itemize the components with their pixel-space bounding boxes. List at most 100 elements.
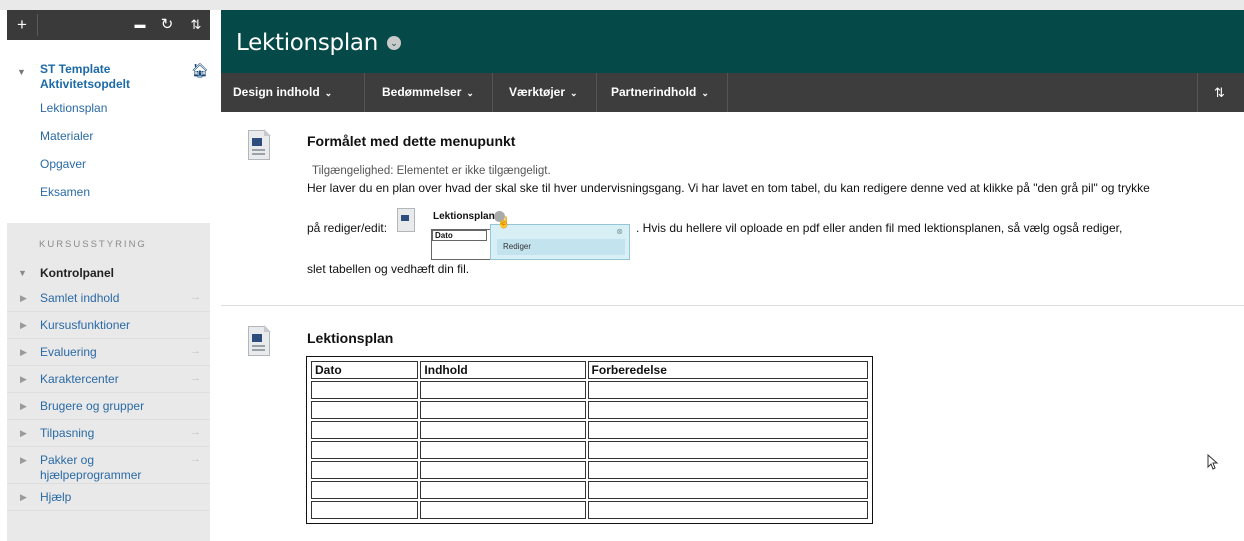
control-panel-item[interactable]: ▶ Hjælp — [7, 484, 210, 511]
table-cell — [420, 481, 586, 499]
description-line: . Hvis du hellere vil oploade en pdf ell… — [636, 221, 1123, 235]
table-cell — [587, 481, 868, 499]
table-cell — [420, 421, 586, 439]
menu-label: Partnerindhold — [611, 85, 697, 99]
control-panel-item[interactable]: ▶ Tilpasning → — [7, 420, 210, 447]
table-cell — [420, 441, 586, 459]
course-menu-item[interactable]: Opgaver — [7, 150, 210, 178]
menu-separator — [492, 73, 493, 112]
table-cell — [587, 441, 868, 459]
table-cell — [311, 481, 419, 499]
collapse-triangle-icon[interactable]: ▼ — [17, 67, 26, 77]
main-content: Lektionsplan ⌄ Design indhold ⌄ Bedømmels… — [221, 10, 1244, 541]
menu-separator — [364, 73, 365, 112]
table-row — [311, 421, 868, 439]
control-panel-list: ▶ Samlet indhold → ▶ Kursusfunktioner ▶ Evalue… — [7, 285, 210, 511]
control-panel-item[interactable]: ▶ Brugere og grupper — [7, 393, 210, 420]
item-title[interactable]: Lektionsplan — [307, 330, 393, 346]
control-panel-item[interactable]: ▶ Evaluering → — [7, 339, 210, 366]
availability-text: Tilgængelighed: Elementet er ikke tilgæn… — [312, 165, 551, 177]
control-panel-item-label: Evaluering — [40, 345, 97, 359]
expand-triangle-icon[interactable]: ▶ — [20, 291, 27, 306]
refresh-icon[interactable]: ↻ — [157, 10, 177, 40]
table-header-cell: Indhold — [420, 361, 586, 379]
control-panel-header[interactable]: ▼ Kontrolpanel — [7, 261, 210, 285]
control-panel-item[interactable]: ▶ Kursusfunktioner — [7, 312, 210, 339]
course-menu-item[interactable]: Materialer — [7, 122, 210, 150]
arrow-right-icon: → — [190, 291, 201, 303]
menu-label: Design indhold — [233, 85, 320, 99]
control-panel-item[interactable]: ▶ Karaktercenter → — [7, 366, 210, 393]
description-line: slet tabellen og vedhæft din fil. — [307, 262, 470, 276]
description-line: Her laver du en plan over hvad der skal … — [307, 181, 1150, 195]
control-panel-item-label: Samlet indhold — [40, 291, 120, 305]
chevron-down-icon: ⌄ — [570, 88, 578, 98]
course-menu-item[interactable]: Lektionsplan — [7, 94, 210, 122]
document-icon — [248, 325, 271, 356]
lesson-plan-table: Dato Indhold Forberedelse — [306, 356, 873, 524]
expand-triangle-icon[interactable]: ▶ — [20, 372, 27, 387]
document-icon — [397, 208, 415, 232]
expand-triangle-icon[interactable]: ▶ — [20, 426, 27, 441]
mouse-pointer-icon — [1207, 454, 1219, 470]
menu-bedommelser[interactable]: Bedømmelser ⌄ — [382, 73, 474, 112]
table-row — [311, 401, 868, 419]
arrow-right-icon: → — [190, 426, 201, 438]
expand-triangle-icon[interactable]: ▶ — [20, 318, 27, 333]
course-header: ▼ ST Template Aktivitetsopdelt 🏠︎ — [7, 40, 210, 94]
expand-triangle-icon[interactable]: ▶ — [20, 453, 27, 468]
toolbar-separator — [37, 14, 38, 36]
table-cell — [587, 381, 868, 399]
close-icon: ⊗ — [616, 227, 623, 236]
item-title[interactable]: Formålet med dette menupunkt — [307, 133, 515, 149]
control-panel-item-label: Pakker og hjælpeprogrammer — [40, 453, 142, 482]
browser-page: + ▬ ↻ ⇅ ▼ ST Template Aktivitetsopdelt 🏠… — [0, 0, 1244, 541]
action-bar: Design indhold ⌄ Bedømmelser ⌄ Værktøjer ⌄ … — [221, 73, 1244, 112]
expand-triangle-icon[interactable]: ▶ — [20, 399, 27, 414]
course-sidebar: + ▬ ↻ ⇅ ▼ ST Template Aktivitetsopdelt 🏠… — [7, 10, 210, 541]
menu-vaerktojer[interactable]: Værktøjer ⌄ — [509, 73, 578, 112]
options-chevron-icon[interactable]: ⌄ — [387, 36, 401, 50]
table-cell — [311, 461, 419, 479]
table-header-cell: Dato — [311, 361, 419, 379]
inline-screenshot: Lektionsplan Dato ⊗ Rediger ☝ — [391, 196, 634, 260]
course-menu-item[interactable]: Eksamen — [7, 178, 210, 206]
folder-view-icon[interactable]: ▬ — [130, 10, 150, 40]
screenshot-menu-option: Rediger — [497, 239, 625, 255]
table-cell — [311, 381, 419, 399]
page-title: Lektionsplan — [236, 30, 378, 56]
menu-partnerindhold[interactable]: Partnerindhold ⌄ — [611, 73, 709, 112]
table-row — [311, 441, 868, 459]
reorder-icon[interactable]: ⇅ — [185, 10, 207, 40]
menu-design-indhold[interactable]: Design indhold ⌄ — [233, 73, 332, 112]
table-cell — [587, 401, 868, 419]
add-menu-item-icon[interactable]: + — [7, 10, 37, 40]
screenshot-title: Lektionsplan — [433, 211, 495, 222]
control-panel-item[interactable]: ▶ Samlet indhold → — [7, 285, 210, 312]
control-panel-item-label: Karaktercenter — [40, 372, 119, 386]
chevron-down-icon: ⌄ — [324, 88, 333, 98]
expand-triangle-icon[interactable]: ▶ — [20, 345, 27, 360]
menu-separator — [596, 73, 597, 112]
page-header: Lektionsplan ⌄ — [221, 10, 1244, 73]
table-cell — [587, 421, 868, 439]
menu-label: Bedømmelser — [382, 85, 462, 99]
expand-triangle-icon[interactable]: ▶ — [20, 490, 27, 505]
screenshot-cell: Dato — [432, 230, 487, 241]
course-management-panel: KURSUSSTYRING ▼ Kontrolpanel ▶ Samlet ind… — [7, 223, 210, 541]
hand-cursor-icon: ☝ — [497, 217, 511, 229]
item-divider — [221, 305, 1244, 306]
table-cell — [587, 501, 868, 519]
control-panel-item-label: Tilpasning — [40, 426, 95, 440]
home-icon[interactable]: 🏠︎ — [191, 62, 209, 79]
table-header-cell: Forberedelse — [587, 361, 868, 379]
control-panel-item[interactable]: ▶ Pakker og hjælpeprogrammer → — [7, 447, 210, 484]
reorder-icon[interactable]: ⇅ — [1214, 73, 1225, 112]
description-line: på rediger/edit: — [307, 221, 388, 235]
course-menu: Lektionsplan Materialer Opgaver Eksamen — [7, 94, 210, 212]
course-title[interactable]: ST Template Aktivitetsopdelt — [40, 62, 180, 92]
table-row — [311, 501, 868, 519]
table-cell — [311, 441, 419, 459]
chevron-down-icon: ⌄ — [701, 88, 709, 98]
document-icon — [248, 129, 271, 160]
